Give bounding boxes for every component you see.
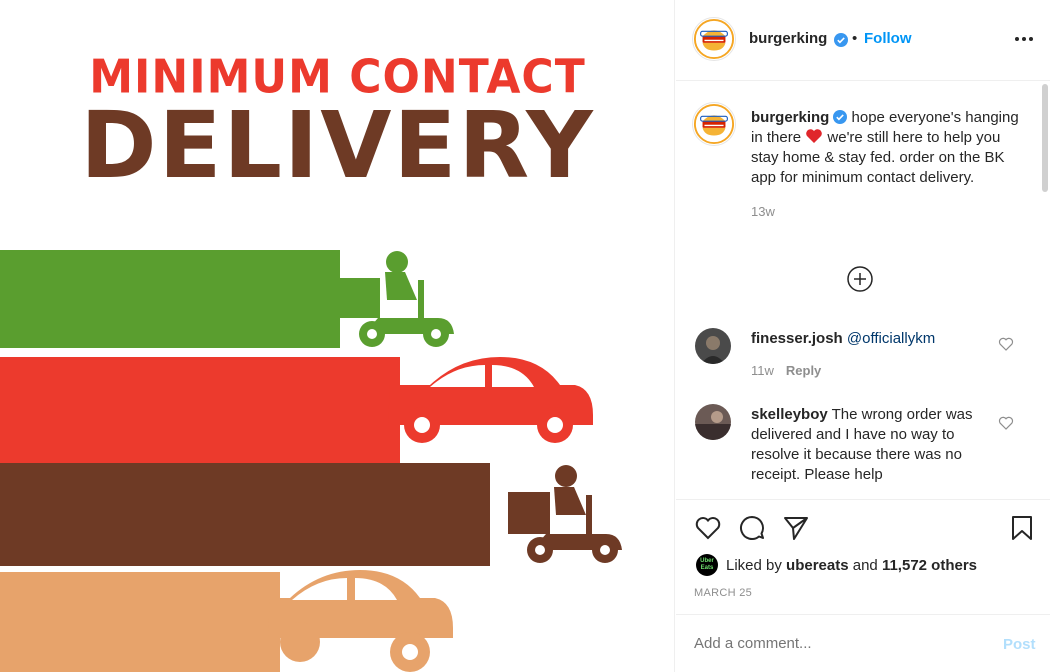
post-side-panel: burgerking • Follow burgerking hope ever… — [676, 0, 1050, 672]
liked-by-and: and — [852, 556, 878, 574]
burger-king-logo-icon — [693, 18, 735, 60]
comment-mention[interactable]: @officiallykm — [847, 330, 935, 347]
reply-button[interactable]: Reply — [786, 363, 821, 378]
post-actions: Uber Eats Liked by ubereats and 11,572 o… — [676, 499, 1050, 614]
liked-by-prefix: Liked by — [726, 556, 782, 574]
comment-meta: 11w Reply — [751, 363, 821, 378]
verified-badge-icon — [833, 110, 848, 124]
like-comment-icon[interactable] — [998, 336, 1014, 352]
more-options-icon[interactable] — [1012, 30, 1036, 48]
caption: burgerking hope everyone's hanging in th… — [751, 108, 1021, 222]
header-separator: • — [852, 30, 858, 47]
share-icon[interactable] — [782, 514, 810, 542]
comment-username[interactable]: finesser.josh — [751, 330, 843, 347]
save-bookmark-icon[interactable] — [1008, 514, 1036, 542]
red-heart-emoji-icon — [806, 129, 823, 143]
follow-button[interactable]: Follow — [864, 30, 912, 47]
caption-username[interactable]: burgerking — [751, 109, 829, 126]
post-header: burgerking • Follow — [676, 0, 1050, 81]
comment-item: finesser.josh @officiallykm — [751, 329, 991, 349]
caption-avatar[interactable] — [692, 102, 736, 146]
profile-photo-icon — [695, 404, 731, 440]
ubereats-avatar[interactable]: Uber Eats — [696, 554, 718, 576]
burger-king-logo-icon — [693, 103, 735, 145]
caption-time[interactable]: 13w — [751, 202, 1021, 222]
likes-count[interactable]: 11,572 others — [882, 557, 977, 574]
comment-time[interactable]: 11w — [751, 363, 774, 378]
comment-username[interactable]: skelleyboy — [751, 406, 828, 423]
burgerking-avatar[interactable] — [692, 17, 736, 61]
like-comment-icon[interactable] — [998, 415, 1014, 431]
ubereats-logo: Uber Eats — [700, 558, 714, 571]
comment-item: skelleyboy The wrong order was delivered… — [751, 405, 991, 485]
load-more-comments-icon[interactable] — [846, 265, 874, 293]
like-icon[interactable] — [694, 514, 722, 542]
header-username[interactable]: burgerking — [749, 30, 827, 47]
comment-input[interactable] — [694, 635, 974, 652]
post-date[interactable]: MARCH 25 — [694, 587, 752, 599]
liked-by-user[interactable]: ubereats — [786, 557, 849, 574]
comments-list[interactable]: burgerking hope everyone's hanging in th… — [676, 82, 1050, 498]
commenter-avatar[interactable] — [695, 404, 731, 440]
profile-photo-icon — [695, 328, 731, 364]
post-comment-button[interactable]: Post — [1003, 636, 1036, 653]
liked-by: Uber Eats Liked by ubereats and 11,572 o… — [696, 554, 977, 576]
comment-icon[interactable] — [738, 514, 766, 542]
post-image[interactable]: MINIMUM CONTACT DELIVERY — [0, 0, 675, 672]
comments-scrollbar[interactable] — [1042, 84, 1048, 192]
verified-badge-icon — [834, 33, 848, 47]
commenter-avatar[interactable] — [695, 328, 731, 364]
add-comment-bar: Post — [676, 614, 1050, 672]
headline-main: DELIVERY — [80, 92, 595, 199]
